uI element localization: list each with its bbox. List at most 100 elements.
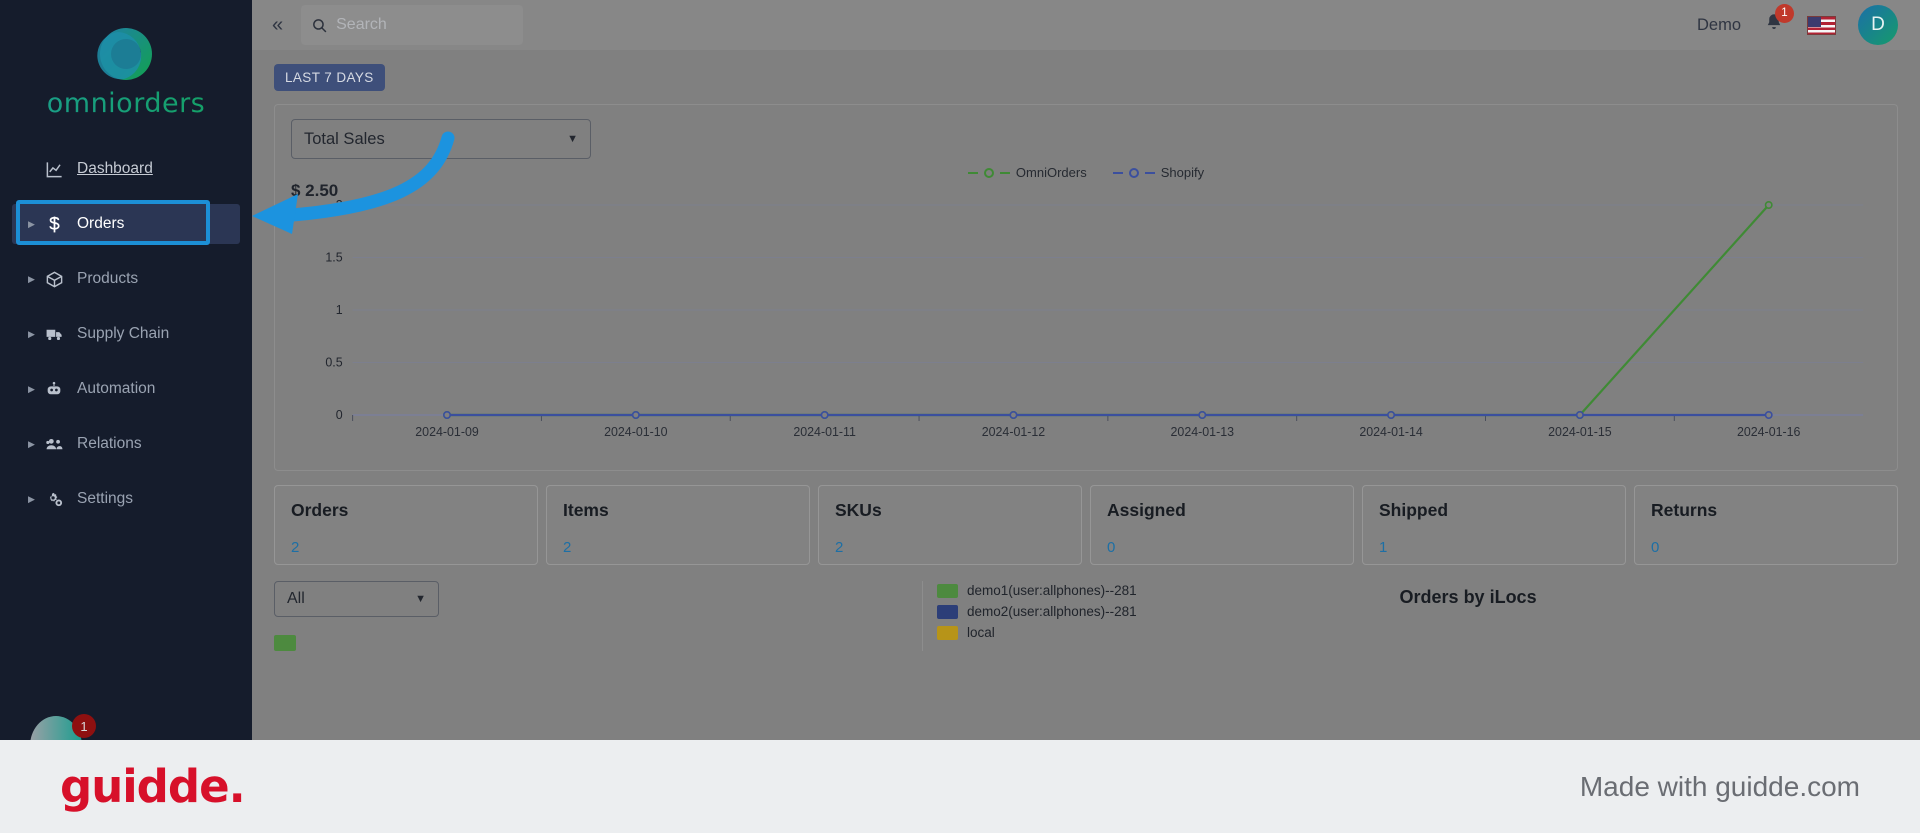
svg-text:2024-01-09: 2024-01-09 (415, 425, 479, 439)
legend-item-shopify[interactable]: Shopify (1112, 165, 1205, 180)
robot-icon (40, 380, 68, 399)
dimmed-app-stage: omniorders Dashboard ▶ Orders ▶ Products… (0, 0, 1920, 740)
chevron-down-icon: ▼ (415, 593, 426, 605)
sidebar-item-label: Supply Chain (77, 325, 170, 342)
ilocs-legend-item[interactable]: demo1(user:allphones)--281 (937, 583, 1137, 598)
kpi-card-title: Returns (1651, 500, 1718, 520)
top-header: « Demo 1 (252, 0, 1920, 50)
legend-dash (967, 171, 978, 174)
legend-dash (1112, 171, 1123, 174)
sidebar-item-products[interactable]: ▶ Products (12, 259, 240, 299)
svg-text:2024-01-10: 2024-01-10 (604, 425, 668, 439)
sidebar-bottom-logo[interactable]: 1 (30, 714, 96, 740)
legend-label: Shopify (1160, 165, 1205, 180)
made-with-guidde-text: Made with guidde.com (1579, 770, 1860, 802)
app-root: omniorders Dashboard ▶ Orders ▶ Products… (0, 0, 1920, 833)
kpi-card-value[interactable]: 2 (563, 539, 793, 556)
kpi-card-title: Shipped (1379, 500, 1449, 520)
legend-label: demo1(user:allphones)--281 (967, 583, 1137, 598)
search-container[interactable] (301, 5, 524, 45)
notification-count-badge: 1 (1775, 3, 1794, 23)
chart-line-icon (40, 160, 68, 179)
svg-text:2024-01-12: 2024-01-12 (982, 425, 1046, 439)
filter-select-value: All (287, 590, 305, 607)
legend-label: demo2(user:allphones)--281 (967, 604, 1137, 619)
chart-svg: 0 0.5 1 1.5 2 2024-01-09 2024-01-10 2024-01-11 2… (325, 198, 1864, 439)
sidebar-item-supply-chain[interactable]: ▶ Supply Chain (12, 314, 240, 354)
kpi-card-assigned[interactable]: Assigned 0 (1090, 485, 1354, 565)
kpi-card-value[interactable]: 2 (835, 539, 1065, 556)
legend-label: OmniOrders (1015, 165, 1087, 180)
legend-label: local (967, 625, 995, 640)
kpi-card-title: Assigned (1107, 500, 1186, 520)
legend-marker (983, 167, 994, 178)
ilocs-legend-item[interactable]: demo2(user:allphones)--281 (937, 604, 1137, 619)
kpi-card-value[interactable]: 1 (1379, 539, 1609, 556)
flag-canton (1808, 16, 1821, 27)
orders-filter-panel: All ▼ (274, 581, 914, 651)
legend-marker (1128, 167, 1139, 178)
sidebar-item-label: Relations (77, 435, 142, 452)
kpi-card-shipped[interactable]: Shipped 1 (1362, 485, 1626, 565)
legend-swatch (937, 604, 958, 619)
kpi-card-title: Items (563, 500, 609, 520)
kpi-card-title: SKUs (835, 500, 882, 520)
kpi-card-returns[interactable]: Returns 0 (1634, 485, 1898, 565)
guidde-logo: guidde. (60, 760, 246, 813)
metric-select[interactable]: Total Sales ▼ (291, 119, 591, 159)
svg-text:2024-01-13: 2024-01-13 (1171, 425, 1235, 439)
chart-legend: OmniOrders Shopify (291, 165, 1881, 180)
brand-name: omniorders (0, 88, 252, 119)
orders-by-ilocs-panel: demo1(user:allphones)--281 demo2(user:al… (922, 581, 1898, 651)
svg-text:2024-01-11: 2024-01-11 (793, 425, 856, 439)
date-range-chip[interactable]: LAST 7 DAYS (274, 64, 385, 91)
ilocs-legend-item[interactable]: local (937, 625, 1137, 640)
sidebar-item-automation[interactable]: ▶ Automation (12, 369, 240, 409)
brand-logo[interactable]: omniorders (0, 0, 252, 119)
search-input[interactable] (336, 16, 514, 34)
sidebar-item-settings[interactable]: ▶ Settings (12, 479, 240, 519)
kpi-card-skus[interactable]: SKUs 2 (818, 485, 1082, 565)
legend-item-omniorders[interactable]: OmniOrders (967, 165, 1087, 180)
sidebar-badge: 1 (72, 714, 96, 738)
sidebar-item-orders[interactable]: ▶ Orders (12, 204, 240, 244)
chevron-right-icon: ▶ (28, 383, 35, 394)
avatar[interactable]: D (1858, 5, 1898, 45)
kpi-card-items[interactable]: Items 2 (546, 485, 810, 565)
kpi-card-orders[interactable]: Orders 2 (274, 485, 538, 565)
sales-line-chart: OmniOrders Shopify 0 0.5 1 1.5 2 2024-01-09 20… (291, 165, 1881, 460)
kpi-card-value[interactable]: 0 (1107, 539, 1337, 556)
bottom-section: All ▼ demo1(user:allphones)--281 demo2(u (274, 581, 1898, 651)
notifications-button[interactable]: 1 (1763, 3, 1794, 39)
sales-chart-panel: Total Sales ▼ $ 2.50 OmniOrders Shopify … (274, 104, 1898, 471)
filter-select[interactable]: All ▼ (274, 581, 439, 617)
chevron-down-icon: ▼ (567, 133, 578, 145)
svg-text:1.5: 1.5 (325, 250, 342, 264)
sidebar: omniorders Dashboard ▶ Orders ▶ Products… (0, 0, 252, 740)
sidebar-item-label: Settings (77, 490, 134, 507)
kpi-card-value[interactable]: 2 (291, 539, 521, 556)
legend-swatch (937, 625, 958, 640)
main-content: LAST 7 DAYS Total Sales ▼ $ 2.50 OmniOrd… (252, 50, 1920, 740)
kpi-card-title: Orders (291, 500, 349, 520)
omniorders-ring-logo-icon (96, 24, 156, 84)
ilocs-title: Orders by iLocs (1399, 587, 1537, 607)
us-flag-icon[interactable] (1807, 15, 1836, 35)
sidebar-item-label: Products (77, 270, 139, 287)
double-chevron-left-icon[interactable]: « (272, 15, 283, 35)
svg-text:0.5: 0.5 (325, 355, 342, 369)
sidebar-item-relations[interactable]: ▶ Relations (12, 424, 240, 464)
metric-select-value: Total Sales (304, 129, 385, 148)
chart-color-swatch (274, 635, 296, 651)
users-icon (40, 435, 68, 454)
chevron-right-icon: ▶ (28, 438, 35, 449)
svg-text:1: 1 (336, 303, 343, 317)
ilocs-legend: demo1(user:allphones)--281 demo2(user:al… (937, 583, 1137, 646)
kpi-card-value[interactable]: 0 (1651, 539, 1881, 556)
svg-text:2024-01-16: 2024-01-16 (1737, 425, 1801, 439)
truck-icon (40, 325, 68, 344)
svg-text:0: 0 (336, 408, 343, 422)
sidebar-item-dashboard[interactable]: Dashboard (12, 149, 240, 189)
legend-dash (999, 171, 1010, 174)
sidebar-item-label: Orders (77, 215, 125, 232)
